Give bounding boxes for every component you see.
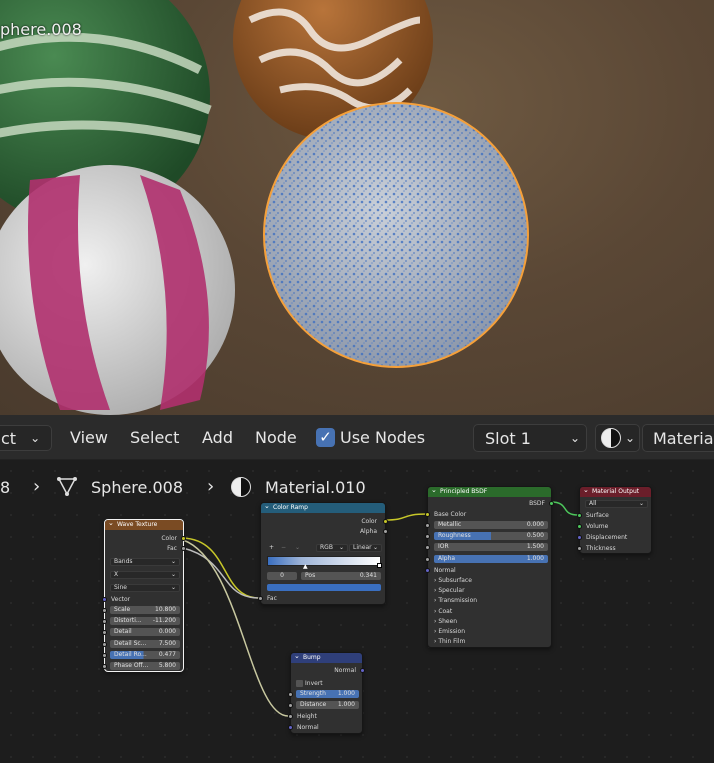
stop-color-swatch[interactable] xyxy=(267,584,381,591)
input-socket[interactable] xyxy=(425,557,430,562)
alpha-field[interactable]: Alpha 1.000 xyxy=(434,555,548,563)
node-title[interactable]: Color Ramp xyxy=(261,501,385,513)
base-color-label: Base Color xyxy=(434,511,467,518)
normal-label: Normal xyxy=(434,567,456,574)
metallic-field[interactable]: Metallic 0.000 xyxy=(434,521,548,529)
input-socket[interactable] xyxy=(102,653,107,658)
detail-field[interactable]: Detail 0.000 xyxy=(110,628,180,636)
add-stop-button[interactable]: + xyxy=(269,543,274,552)
bump-node[interactable]: Bump Normal Invert Strength1.000 Distanc… xyxy=(288,651,365,734)
output-color-label: Color xyxy=(361,518,377,525)
output-alpha-label: Alpha xyxy=(359,528,377,535)
input-volume-socket[interactable] xyxy=(577,524,582,529)
ior-field[interactable]: IOR 1.500 xyxy=(434,543,548,551)
input-displacement-label: Displacement xyxy=(586,534,628,541)
panel-specular[interactable]: › Specular xyxy=(434,586,465,595)
input-socket[interactable] xyxy=(425,523,430,528)
panel-emission[interactable]: › Emission xyxy=(434,627,465,636)
input-fac-label: Fac xyxy=(267,595,277,602)
output-fac-label: Fac xyxy=(167,545,177,552)
panel-thin-film[interactable]: › Thin Film xyxy=(434,637,465,646)
input-distance-socket[interactable] xyxy=(288,703,293,708)
principled-bsdf-node[interactable]: Principled BSDF BSDF Base Color Metallic… xyxy=(425,485,554,648)
stop-index-field[interactable]: 0 xyxy=(267,572,297,580)
phase-offset-field[interactable]: Phase Off... 5.800 xyxy=(110,662,180,670)
remove-stop-button[interactable]: − xyxy=(281,543,286,552)
node-title[interactable]: Material Output xyxy=(580,485,651,497)
wave-direction-select[interactable]: X ⌄ xyxy=(110,571,180,579)
stop-position-field[interactable]: Pos 0.341 xyxy=(301,572,381,580)
output-bsdf-label: BSDF xyxy=(529,500,545,507)
interpolation-select[interactable]: Linear ⌄ xyxy=(349,544,382,552)
link-ramp-to-bsdf xyxy=(384,513,428,521)
input-displacement-socket[interactable] xyxy=(577,535,582,540)
input-socket[interactable] xyxy=(102,630,107,635)
output-target-select[interactable]: All ⌄ xyxy=(585,500,648,508)
input-socket[interactable] xyxy=(102,642,107,647)
output-bsdf-socket[interactable] xyxy=(549,501,554,506)
output-fac-socket[interactable] xyxy=(181,546,186,551)
material-output-node[interactable]: Material Output All⌄ Surface Volume Disp… xyxy=(577,485,652,554)
strength-field[interactable]: Strength 1.000 xyxy=(296,690,359,698)
link-wave-color-fac-to-ramp xyxy=(182,547,260,599)
input-socket[interactable] xyxy=(102,664,107,669)
input-surface-label: Surface xyxy=(586,512,609,519)
distance-field[interactable]: Distance 1.000 xyxy=(296,701,359,709)
input-vector-socket[interactable] xyxy=(102,597,107,602)
input-vector-label: Vector xyxy=(111,596,131,603)
link-bsdf-to-output xyxy=(550,501,579,516)
input-base-color-socket[interactable] xyxy=(425,512,430,517)
color-ramp-gradient[interactable] xyxy=(267,556,381,566)
wave-texture-node[interactable]: Wave Texture Color Fac Bands⌄ X⌄ Sine⌄ V… xyxy=(102,518,186,672)
input-surface-socket[interactable] xyxy=(577,513,582,518)
node-title[interactable]: Principled BSDF xyxy=(428,485,551,497)
invert-label: Invert xyxy=(305,680,323,687)
scale-field[interactable]: Scale 10.800 xyxy=(110,606,180,614)
input-volume-label: Volume xyxy=(586,523,609,530)
ramp-stop-marker[interactable] xyxy=(377,563,382,568)
output-alpha-socket[interactable] xyxy=(383,529,388,534)
wave-type-select[interactable]: Bands ⌄ xyxy=(110,558,180,566)
input-socket[interactable] xyxy=(102,619,107,624)
input-thickness-label: Thickness xyxy=(586,545,616,552)
panel-transmission[interactable]: › Transmission xyxy=(434,596,477,605)
panel-subsurface[interactable]: › Subsurface xyxy=(434,576,472,585)
node-title[interactable]: Bump xyxy=(291,651,362,663)
output-normal-socket[interactable] xyxy=(360,668,365,673)
ramp-stop-marker[interactable]: ▲ xyxy=(303,563,308,570)
output-color-socket[interactable] xyxy=(181,536,186,541)
color-ramp-node[interactable]: Color Ramp Color Alpha + − ⌄ RGB⌄ Linear… xyxy=(258,501,388,605)
input-height-label: Height xyxy=(297,713,317,720)
detail-roughness-field[interactable]: Detail Ro... 0.477 xyxy=(110,651,180,659)
roughness-field[interactable]: Roughness 0.500 xyxy=(434,532,548,540)
input-thickness-socket[interactable] xyxy=(577,546,582,551)
input-normal-socket[interactable] xyxy=(288,725,293,730)
output-color-label: Color xyxy=(161,535,177,542)
wave-profile-select[interactable]: Sine ⌄ xyxy=(110,584,180,592)
color-mode-select[interactable]: RGB ⌄ xyxy=(316,544,348,552)
detail-scale-field[interactable]: Detail Sc... 7.500 xyxy=(110,640,180,648)
distortion-field[interactable]: Distorti... -11.200 xyxy=(110,617,180,625)
input-strength-socket[interactable] xyxy=(288,692,293,697)
input-normal-socket[interactable] xyxy=(425,568,430,573)
invert-checkbox[interactable] xyxy=(296,680,303,687)
input-normal-label: Normal xyxy=(297,724,319,731)
ramp-menu-button[interactable]: ⌄ xyxy=(295,543,300,552)
input-socket[interactable] xyxy=(425,534,430,539)
output-normal-label: Normal xyxy=(334,667,356,674)
input-fac-socket[interactable] xyxy=(258,596,263,601)
output-color-socket[interactable] xyxy=(383,519,388,524)
panel-coat[interactable]: › Coat xyxy=(434,607,452,616)
node-title[interactable]: Wave Texture xyxy=(105,518,183,530)
input-socket[interactable] xyxy=(425,545,430,550)
panel-sheen[interactable]: › Sheen xyxy=(434,617,457,626)
input-socket[interactable] xyxy=(102,608,107,613)
input-height-socket[interactable] xyxy=(288,714,293,719)
